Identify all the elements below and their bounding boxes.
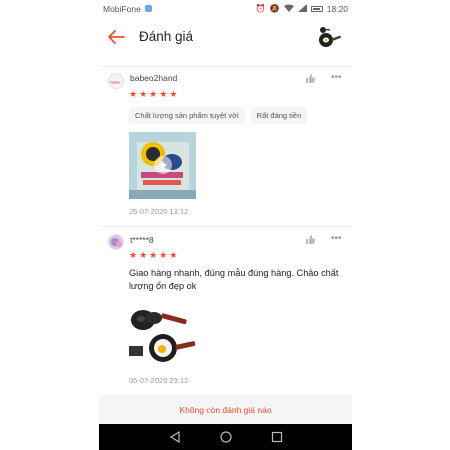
back-arrow-icon[interactable] <box>106 27 126 47</box>
more-options-icon[interactable]: ••• <box>331 73 342 83</box>
review-item: t*****8 ••• ★ ★ ★ ★ ★ Giao hàng nhanh, đ… <box>99 226 352 391</box>
frying-pan-photo <box>129 310 196 362</box>
star-icon: ★ <box>129 89 138 99</box>
nav-back-icon[interactable] <box>169 431 181 443</box>
star-icon: ★ <box>149 89 158 99</box>
page-title: Đánh giá <box>139 29 194 44</box>
clock-time: 18:20 <box>326 3 348 14</box>
star-rating: ★ ★ ★ ★ ★ <box>129 251 177 260</box>
no-more-reviews: Không còn đánh giá nào <box>99 395 352 424</box>
review-tags: Chất lượng sản phẩm tuyệt vời Rất đáng t… <box>129 107 308 124</box>
avatar[interactable]: babeo <box>108 73 124 89</box>
star-icon: ★ <box>169 89 178 99</box>
carrier-name: MobiFone <box>103 3 141 14</box>
star-icon: ★ <box>169 250 178 260</box>
battery-icon <box>310 5 323 12</box>
review-product-photo[interactable] <box>129 298 197 366</box>
review-item: babeo babeo2hand ••• ★ ★ ★ ★ ★ Chất lượn… <box>99 66 352 231</box>
reviewer-name: babeo2hand <box>130 73 178 83</box>
header-bar: Đánh giá <box>99 17 352 59</box>
star-icon: ★ <box>139 250 148 260</box>
svg-text:babeo: babeo <box>111 81 121 85</box>
review-video-thumbnail[interactable] <box>129 132 196 199</box>
thumbs-up-icon[interactable] <box>305 73 316 84</box>
no-more-reviews-label: Không còn đánh giá nào <box>179 404 272 415</box>
status-bar: MobiFone ⏰ 🔕 18:20 <box>99 0 352 17</box>
star-icon: ★ <box>149 250 158 260</box>
star-icon: ★ <box>159 89 168 99</box>
review-date: 05-07-2020 23:12 <box>129 376 189 385</box>
status-right: ⏰ 🔕 18:20 <box>255 3 348 14</box>
status-left: MobiFone <box>103 4 152 14</box>
star-icon: ★ <box>129 250 138 260</box>
notification-icon <box>144 5 152 12</box>
review-comment: Giao hàng nhanh, đúng mẫu đúng hàng. Chả… <box>129 268 339 291</box>
review-date: 26-07-2020 13:12 <box>129 207 189 216</box>
star-icon: ★ <box>159 250 168 260</box>
star-rating: ★ ★ ★ ★ ★ <box>129 90 177 99</box>
alarm-icon: ⏰ <box>255 4 266 13</box>
star-icon: ★ <box>139 89 148 99</box>
signal-icon <box>297 3 307 14</box>
android-nav-bar <box>99 424 352 450</box>
review-tag: Chất lượng sản phẩm tuyệt vời <box>129 107 245 124</box>
review-tag: Rất đáng tiền <box>250 107 308 124</box>
frying-pan-logo-icon[interactable] <box>314 23 344 53</box>
mute-icon: 🔕 <box>269 4 280 13</box>
thumbs-up-icon[interactable] <box>305 234 316 245</box>
wifi-icon <box>283 4 294 14</box>
more-options-icon[interactable]: ••• <box>331 234 342 244</box>
phone-screen: MobiFone ⏰ 🔕 18:20 Đánh giá babeo babeo2… <box>99 0 352 450</box>
nav-recent-apps-icon[interactable] <box>271 431 283 443</box>
play-icon[interactable] <box>154 156 172 174</box>
avatar[interactable] <box>108 234 124 250</box>
reviewer-name: t*****8 <box>130 235 154 245</box>
nav-home-icon[interactable] <box>219 431 232 443</box>
